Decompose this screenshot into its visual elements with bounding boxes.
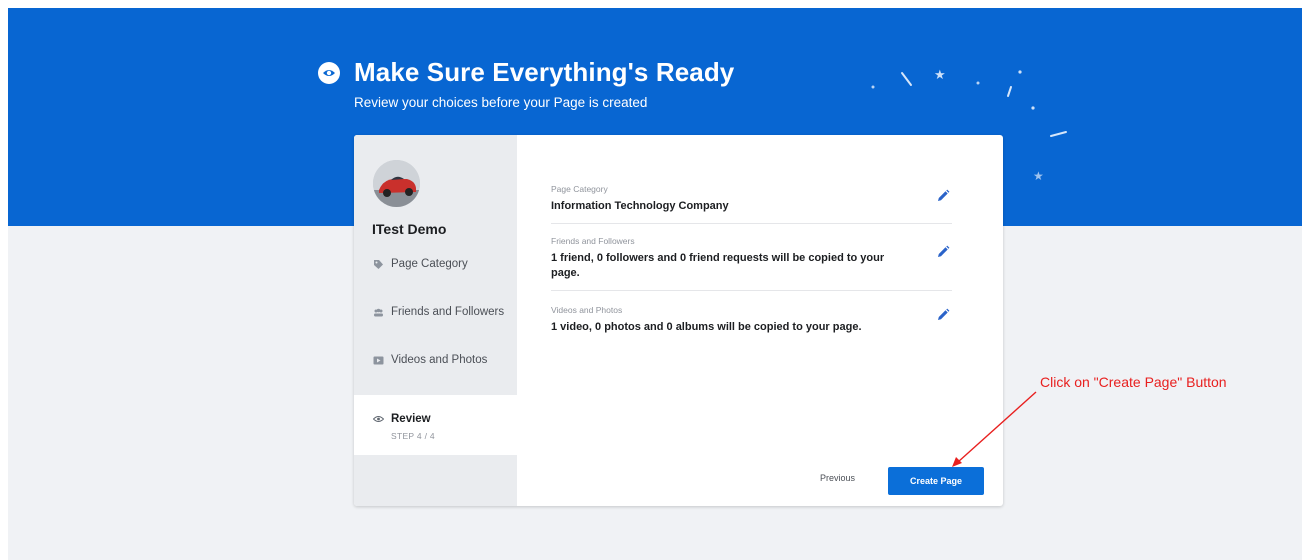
review-row-videos-and-photos: Videos and Photos 1 video, 0 photos and … (551, 305, 952, 335)
sidebar-item-label: Friends and Followers (391, 306, 505, 318)
sidebar-item-label: Page Category (391, 258, 468, 270)
row-label: Page Category (551, 184, 608, 194)
page-subtitle: Review your choices before your Page is … (354, 95, 648, 110)
row-label: Videos and Photos (551, 305, 623, 315)
sidebar-item-label: Review (391, 413, 431, 425)
divider (551, 223, 952, 224)
sidebar-item-friends-and-followers[interactable]: Friends and Followers (354, 290, 517, 334)
header-title-row: Make Sure Everything's Ready (318, 57, 734, 88)
edit-friends-and-followers-icon[interactable] (934, 243, 952, 261)
divider (551, 290, 952, 291)
row-value: 1 video, 0 photos and 0 albums will be c… (551, 321, 862, 333)
eye-icon (373, 414, 384, 425)
avatar (373, 160, 420, 207)
review-row-page-category: Page Category Information Technology Com… (551, 184, 952, 224)
eye-icon (318, 61, 340, 84)
svg-text:★: ★ (934, 68, 946, 83)
sidebar-item-page-category[interactable]: Page Category (354, 242, 517, 286)
setup-sidebar: ITest Demo Page Category Friends and Fol… (354, 135, 517, 506)
review-card: ITest Demo Page Category Friends and Fol… (354, 135, 1003, 506)
svg-text:★: ★ (1033, 169, 1044, 183)
video-icon (373, 355, 384, 366)
sidebar-item-videos-and-photos[interactable]: Videos and Photos (354, 338, 517, 382)
row-value: 1 friend, 0 followers and 0 friend reque… (551, 252, 885, 279)
row-label: Friends and Followers (551, 236, 635, 246)
review-content: Page Category Information Technology Com… (517, 135, 1003, 506)
previous-button[interactable]: Previous (820, 473, 855, 483)
people-icon (373, 307, 384, 318)
review-row-friends-and-followers: Friends and Followers 1 friend, 0 follow… (551, 236, 952, 291)
row-value: Information Technology Company (551, 200, 729, 212)
annotation-text: Click on "Create Page" Button (1040, 374, 1227, 390)
page-name: ITest Demo (372, 221, 447, 237)
sidebar-item-review[interactable]: Review STEP 4 / 4 (354, 395, 517, 455)
edit-page-category-icon[interactable] (934, 187, 952, 205)
page-title: Make Sure Everything's Ready (354, 57, 735, 87)
sidebar-item-label: Videos and Photos (391, 354, 488, 366)
tag-icon (373, 259, 384, 270)
page-background: ★ ★ Make Sure Everything's Ready Review … (8, 8, 1302, 560)
create-page-button[interactable]: Create Page (888, 467, 984, 495)
step-indicator: STEP 4 / 4 (391, 431, 435, 441)
edit-videos-and-photos-icon[interactable] (934, 306, 952, 324)
